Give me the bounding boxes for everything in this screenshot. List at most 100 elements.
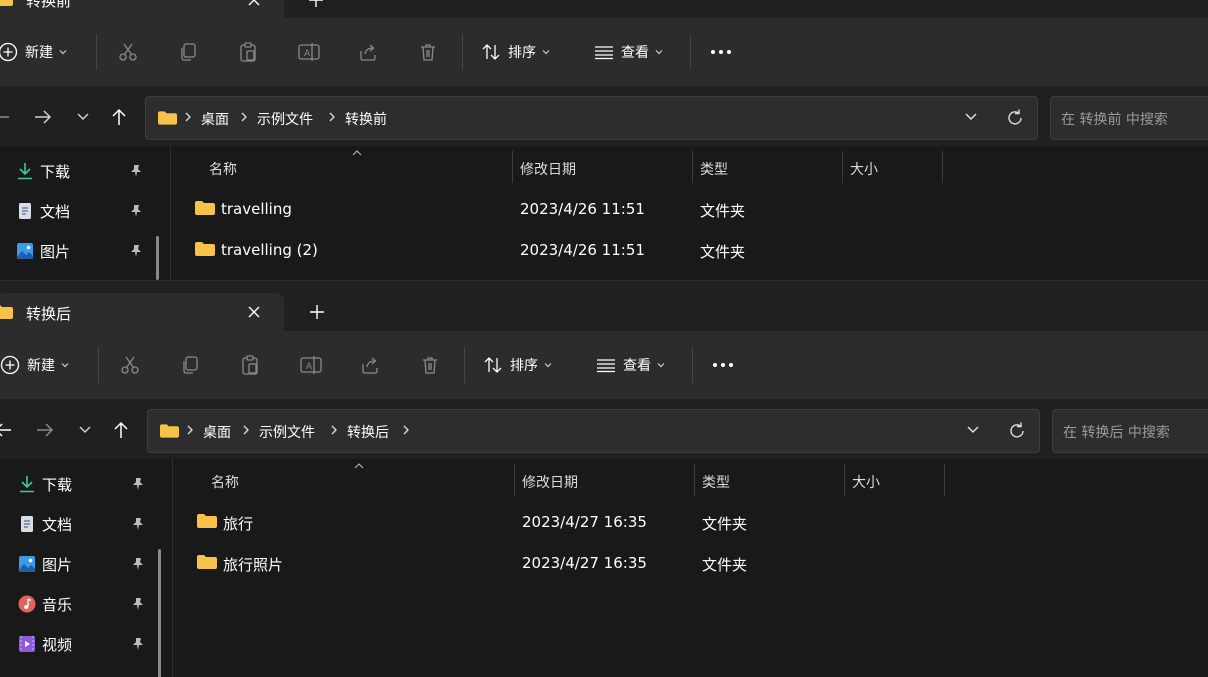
column-header-size[interactable]: 大小	[850, 159, 878, 179]
pin-icon[interactable]	[129, 164, 143, 178]
toolbar-separator	[464, 347, 465, 383]
pin-icon[interactable]	[129, 204, 143, 218]
breadcrumb-item[interactable]: 示例文件	[257, 109, 313, 129]
arrow-right-icon	[37, 423, 54, 437]
pin-icon[interactable]	[129, 244, 143, 258]
navigation-bar: 桌面 示例文件 转换后 在 转换后 中搜索	[0, 399, 1208, 459]
column-header-name[interactable]: 名称	[209, 159, 237, 179]
sidebar-item-documents[interactable]: 文档	[18, 509, 158, 539]
tab-after[interactable]: 转换后	[0, 293, 284, 331]
column-separator[interactable]	[694, 464, 695, 496]
cut-button[interactable]	[118, 32, 138, 72]
column-separator[interactable]	[842, 151, 843, 183]
column-header-modified[interactable]: 修改日期	[522, 472, 578, 492]
breadcrumb-item[interactable]: 示例文件	[259, 422, 315, 442]
column-separator[interactable]	[844, 464, 845, 496]
new-tab-icon[interactable]	[307, 302, 327, 322]
column-header-type[interactable]: 类型	[700, 159, 728, 179]
new-button[interactable]: 新建	[0, 32, 67, 72]
breadcrumb-item[interactable]: 转换前	[345, 109, 387, 129]
breadcrumb-item[interactable]: 转换后	[347, 422, 389, 442]
toolbar-separator	[462, 34, 463, 70]
address-bar[interactable]: 桌面 示例文件 转换前	[145, 96, 1038, 140]
folder-icon	[197, 555, 217, 569]
close-icon[interactable]	[244, 0, 264, 10]
new-label: 新建	[27, 358, 55, 374]
pin-icon[interactable]	[131, 557, 145, 571]
delete-button[interactable]	[420, 345, 440, 385]
share-icon	[362, 357, 378, 374]
back-button[interactable]	[0, 417, 16, 443]
view-button[interactable]: 查看	[596, 345, 665, 385]
sort-button[interactable]: 排序	[481, 32, 550, 72]
new-button[interactable]: 新建	[0, 345, 69, 385]
column-header-size[interactable]: 大小	[852, 472, 880, 492]
delete-button[interactable]	[418, 32, 438, 72]
close-icon[interactable]	[244, 302, 264, 322]
recent-locations-button[interactable]	[72, 417, 98, 443]
view-button[interactable]: 查看	[594, 32, 663, 72]
table-row[interactable]: travelling (2) 2023/4/26 11:51 文件夹	[171, 230, 1208, 270]
forward-button[interactable]	[30, 104, 56, 130]
sidebar-scrollbar[interactable]	[156, 236, 159, 280]
back-button[interactable]	[0, 104, 14, 130]
up-button[interactable]	[108, 417, 134, 443]
column-header-modified[interactable]: 修改日期	[520, 159, 576, 179]
rename-button[interactable]: A	[300, 345, 322, 385]
column-separator[interactable]	[512, 151, 513, 183]
column-separator[interactable]	[514, 464, 515, 496]
share-button[interactable]	[358, 32, 378, 72]
table-row[interactable]: travelling 2023/4/26 11:51 文件夹	[171, 189, 1208, 229]
pin-icon[interactable]	[131, 597, 145, 611]
sidebar-scrollbar[interactable]	[158, 549, 161, 677]
sidebar-item-downloads[interactable]: 下载	[16, 156, 156, 186]
new-tab-icon[interactable]	[306, 0, 326, 10]
column-separator[interactable]	[944, 464, 945, 496]
column-header-type[interactable]: 类型	[702, 472, 730, 492]
sidebar-item-videos[interactable]: 视频	[18, 629, 158, 659]
sidebar-label: 文档	[42, 515, 73, 534]
tab-before[interactable]: 转换前	[0, 0, 284, 18]
sidebar-item-downloads[interactable]: 下载	[18, 469, 158, 499]
chevron-down-icon[interactable]	[964, 112, 978, 122]
table-row[interactable]: 旅行 2023/4/27 16:35 文件夹	[173, 502, 1208, 542]
copy-button[interactable]	[180, 345, 200, 385]
address-bar[interactable]: 桌面 示例文件 转换后	[147, 409, 1040, 453]
sort-label: 排序	[508, 45, 536, 61]
more-button[interactable]	[710, 32, 732, 72]
chevron-right-icon	[243, 425, 249, 435]
pin-icon[interactable]	[131, 517, 145, 531]
up-button[interactable]	[106, 104, 132, 130]
search-box[interactable]: 在 转换后 中搜索	[1052, 409, 1208, 453]
refresh-icon[interactable]	[1005, 108, 1025, 128]
chevron-right-icon[interactable]	[400, 424, 412, 436]
forward-button[interactable]	[32, 417, 58, 443]
sidebar-item-pictures[interactable]: 图片	[18, 549, 158, 579]
sidebar-item-documents[interactable]: 文档	[16, 196, 156, 226]
sidebar-item-music[interactable]: 音乐	[18, 589, 158, 619]
sort-button[interactable]: 排序	[483, 345, 552, 385]
refresh-icon[interactable]	[1007, 421, 1027, 441]
table-row[interactable]: 旅行照片 2023/4/27 16:35 文件夹	[173, 543, 1208, 583]
column-separator[interactable]	[942, 151, 943, 183]
share-icon	[360, 44, 376, 61]
column-separator[interactable]	[692, 151, 693, 183]
chevron-down-icon[interactable]	[966, 425, 980, 435]
breadcrumb-item[interactable]: 桌面	[203, 422, 231, 442]
search-box[interactable]: 在 转换前 中搜索	[1050, 96, 1208, 140]
file-name: travelling (2)	[221, 241, 318, 259]
sidebar-item-pictures[interactable]: 图片	[16, 236, 156, 266]
copy-button[interactable]	[178, 32, 198, 72]
pin-icon[interactable]	[131, 477, 145, 491]
column-header-name[interactable]: 名称	[211, 472, 239, 492]
paste-button[interactable]	[238, 32, 258, 72]
rename-button[interactable]: A	[298, 32, 320, 72]
share-button[interactable]	[360, 345, 380, 385]
cut-button[interactable]	[120, 345, 140, 385]
recent-locations-button[interactable]	[70, 104, 96, 130]
paste-button[interactable]	[240, 345, 260, 385]
pin-icon[interactable]	[131, 637, 145, 651]
more-button[interactable]	[712, 345, 734, 385]
breadcrumb-item[interactable]: 桌面	[201, 109, 229, 129]
search-placeholder: 在 转换前 中搜索	[1061, 112, 1168, 128]
